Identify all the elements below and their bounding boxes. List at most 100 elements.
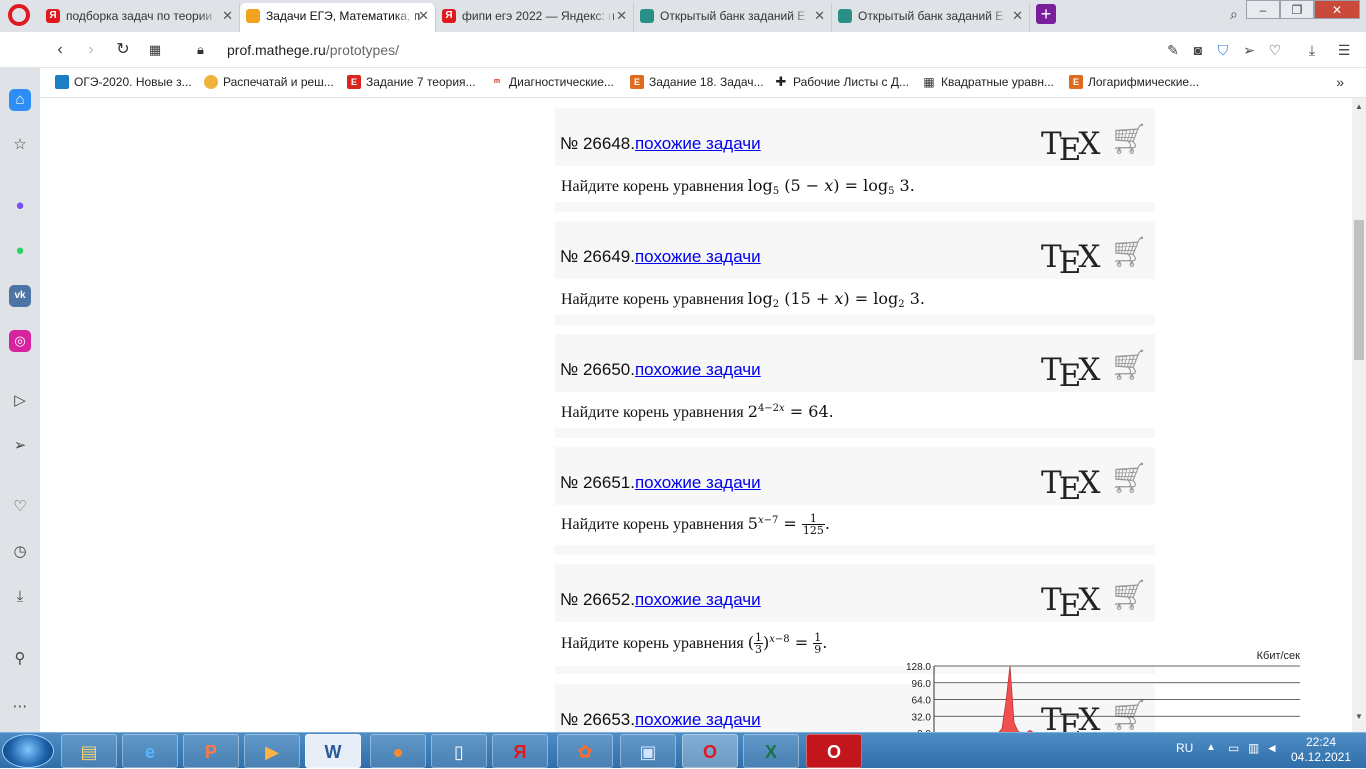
bookmark-item[interactable]: Е Задание 7 теория...	[347, 75, 476, 89]
similar-problems-link[interactable]: похожие задачи	[635, 473, 761, 492]
maximize-button[interactable]: ❐	[1280, 0, 1314, 19]
tab-3[interactable]: Открытый банк заданий Е ✕	[634, 3, 832, 32]
cart-icon[interactable]: 🛒︎	[1110, 122, 1148, 157]
cart-icon[interactable]: 🛒︎	[1110, 461, 1148, 496]
tex-icon[interactable]: TEX	[1041, 126, 1100, 168]
close-icon[interactable]: ✕	[418, 3, 429, 29]
send-icon[interactable]: ➢	[9, 435, 31, 457]
ege-icon: Е	[347, 75, 361, 89]
similar-problems-link[interactable]: похожие задачи	[635, 590, 761, 609]
similar-problems-link[interactable]: похожие задачи	[635, 134, 761, 153]
powerpoint-icon[interactable]: P	[183, 734, 239, 768]
firefox-icon[interactable]: ●	[370, 734, 426, 768]
bookmark-item[interactable]: Е Задание 18. Задач...	[630, 75, 764, 89]
close-icon[interactable]: ✕	[616, 3, 627, 29]
speed-dial-icon[interactable]: ☆	[9, 134, 31, 156]
vk-icon[interactable]: vk	[9, 285, 31, 307]
scrollbar-thumb[interactable]	[1354, 220, 1364, 360]
tray-expand-icon[interactable]: ▲	[1206, 742, 1216, 753]
bookmark-item[interactable]: m Диагностические...	[490, 75, 614, 89]
ie-icon[interactable]: e	[122, 734, 178, 768]
heart-icon[interactable]: ♡	[9, 496, 31, 518]
download-icon[interactable]: ⤓	[1303, 41, 1321, 59]
tab-label: подборка задач по теории	[66, 9, 213, 23]
reload-button[interactable]: ↻	[113, 40, 133, 60]
bookmark-item[interactable]: ОГЭ-2020. Новые з...	[55, 75, 192, 89]
heart-icon[interactable]: ♡	[1266, 41, 1284, 59]
tabs-grid-icon[interactable]: ▦	[145, 40, 165, 60]
instagram-icon[interactable]: ◎	[9, 330, 31, 352]
problem-prompt: Найдите корень уравнения	[561, 291, 744, 308]
send-icon[interactable]: ➢	[1240, 41, 1258, 59]
language-indicator[interactable]: RU	[1176, 741, 1193, 755]
camera-icon[interactable]: ◙	[1189, 41, 1207, 59]
tab-4[interactable]: Открытый банк заданий Е ✕	[832, 3, 1030, 32]
similar-problems-link[interactable]: похожие задачи	[635, 710, 761, 729]
network-tray-icon[interactable]: ▭	[1228, 741, 1239, 755]
messenger-icon[interactable]: ●	[9, 195, 31, 217]
new-tab-button[interactable]: +	[1036, 4, 1056, 24]
bookmark-item[interactable]: ▦ Квадратные уравн...	[922, 75, 1054, 89]
bookmarks-more-button[interactable]: »	[1336, 74, 1344, 90]
cart-icon[interactable]: 🛒︎	[1110, 348, 1148, 383]
similar-problems-link[interactable]: похожие задачи	[635, 360, 761, 379]
video-icon[interactable]: ✿	[557, 734, 613, 768]
whatsapp-icon[interactable]: ●	[9, 240, 31, 262]
lock-icon[interactable]: 🔒︎	[197, 42, 204, 58]
chart-y-tick-label: 64.0	[912, 696, 932, 707]
close-icon[interactable]: ✕	[222, 3, 233, 29]
menu-icon[interactable]: ☰	[1335, 41, 1353, 59]
forward-button[interactable]: ›	[81, 40, 101, 60]
scroll-up-icon[interactable]: ▲	[1354, 102, 1364, 112]
clock-time: 22:24	[1305, 735, 1337, 749]
app-icon[interactable]: ▣	[620, 734, 676, 768]
cart-icon[interactable]: 🛒︎	[1110, 578, 1148, 613]
more-icon[interactable]: ⋯	[9, 696, 31, 718]
similar-problems-link[interactable]: похожие задачи	[635, 247, 761, 266]
bookmark-item[interactable]: Распечатай и реш...	[204, 75, 334, 89]
lightbulb-icon[interactable]: ⚲	[9, 648, 31, 670]
home-icon[interactable]: ⌂	[9, 89, 31, 111]
tab-0[interactable]: Я подборка задач по теории ✕	[40, 3, 240, 32]
edit-icon[interactable]: ✎	[1164, 41, 1182, 59]
close-icon[interactable]: ✕	[814, 3, 825, 29]
history-icon[interactable]: ◷	[9, 541, 31, 563]
page-scrollbar[interactable]: ▲ ▼	[1352, 98, 1366, 732]
ege-icon: Е	[1069, 75, 1083, 89]
bookmark-item[interactable]: Е Логарифмические...	[1069, 75, 1199, 89]
clock-date: 04.12.2021	[1290, 750, 1352, 764]
problem-formula: log5 (5 − x) = log5 3.	[747, 176, 915, 197]
tex-icon[interactable]: TEX	[1041, 239, 1100, 281]
folder-icon[interactable]: ▤	[61, 734, 117, 768]
minimize-button[interactable]: –	[1246, 0, 1280, 19]
tab-search-icon[interactable]: ⌕	[1230, 6, 1246, 22]
download-icon[interactable]: ⤓	[9, 586, 31, 608]
scroll-down-icon[interactable]: ▼	[1354, 712, 1364, 722]
network-speed-chart: Кбит/сек 128.096.064.032.00.0	[906, 650, 1300, 733]
back-button[interactable]: ‹	[50, 40, 70, 60]
yandex-icon[interactable]: Я	[492, 734, 548, 768]
url-field[interactable]: prof.mathege.ru/prototypes/	[227, 42, 399, 58]
opera-logo-icon[interactable]	[8, 4, 30, 26]
file-icon[interactable]: ▯	[431, 734, 487, 768]
opera-icon[interactable]: O	[682, 734, 738, 768]
start-button[interactable]	[2, 734, 54, 768]
excel-icon[interactable]: X	[743, 734, 799, 768]
tex-icon[interactable]: TEX	[1041, 352, 1100, 394]
tray-clock[interactable]: 22:24 04.12.2021	[1286, 735, 1356, 765]
vpn-shield-icon[interactable]: ⛉	[1214, 41, 1232, 59]
word-icon[interactable]: W	[305, 734, 361, 768]
window-close-button[interactable]: ✕	[1314, 0, 1360, 19]
player-icon[interactable]: ▷	[9, 390, 31, 412]
close-icon[interactable]: ✕	[1012, 3, 1023, 29]
tab-2[interactable]: Я фипи егэ 2022 — Яндекс: н ✕	[436, 3, 634, 32]
tab-1[interactable]: Задачи ЕГЭ, Математика, п ✕	[240, 3, 436, 32]
media-icon[interactable]: ▶	[244, 734, 300, 768]
volume-tray-icon[interactable]: ◄	[1266, 741, 1278, 755]
bookmark-item[interactable]: ✚ Рабочие Листы с Д...	[774, 75, 909, 89]
tex-icon[interactable]: TEX	[1041, 582, 1100, 624]
monitor-tray-icon[interactable]: ▥	[1248, 741, 1259, 755]
opera-gx-icon[interactable]: O	[806, 734, 862, 768]
tex-icon[interactable]: TEX	[1041, 465, 1100, 507]
cart-icon[interactable]: 🛒︎	[1110, 235, 1148, 270]
